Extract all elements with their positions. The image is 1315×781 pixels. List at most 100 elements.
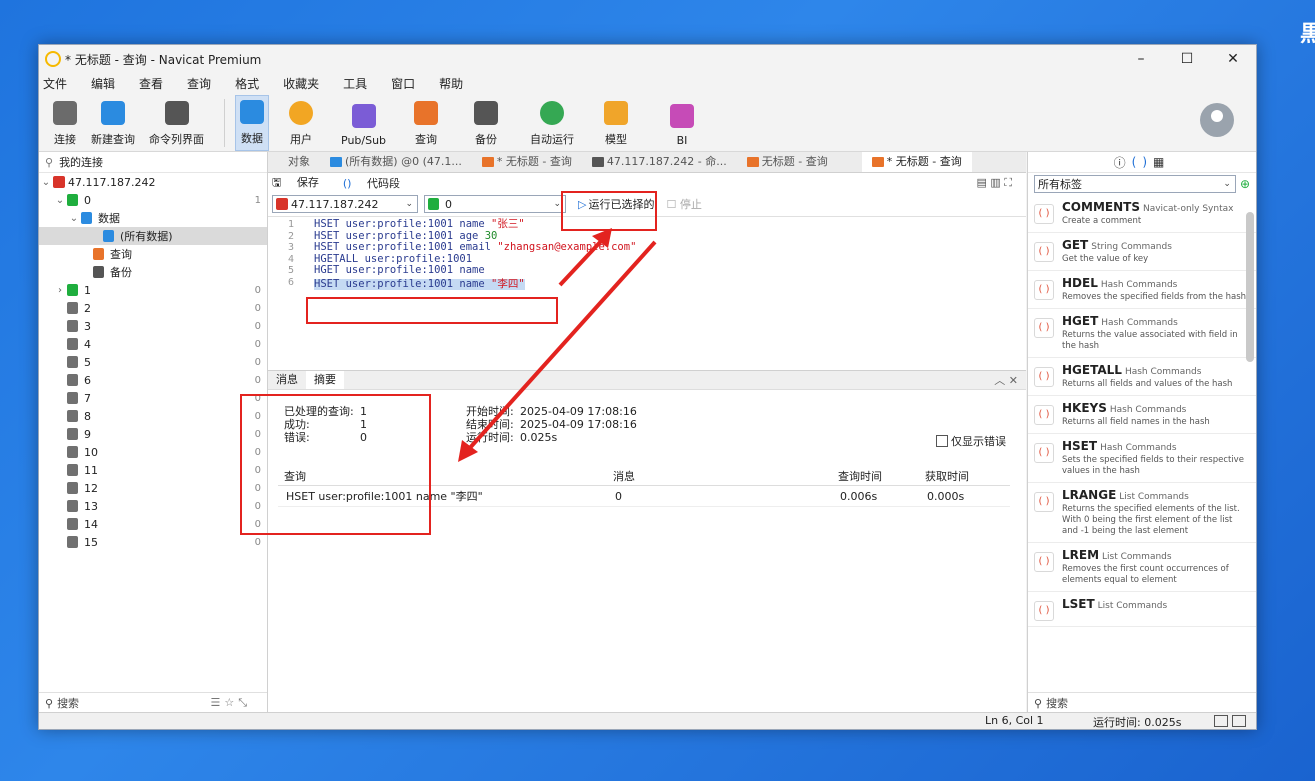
code-editor[interactable]: 1 2 3 4 5 6 HSET user:profile:1001 name … [268,216,1026,365]
maximize-icon[interactable]: ☐ [1164,45,1210,73]
tag-filter-select[interactable]: 所有标签 ⌄ [1034,175,1236,193]
snippet-item[interactable]: ( ) LRANGE List Commands Returns the specif… [1028,483,1256,543]
db-node-5[interactable]: 50 [39,353,267,371]
snippet-item[interactable]: ( ) HGET Hash Commands Returns the value as… [1028,309,1256,358]
db-node-4[interactable]: 40 [39,335,267,353]
db-node-12[interactable]: 12 0 [39,479,267,497]
snippet-item[interactable]: ( ) HKEYS Hash Commands Returns all field n… [1028,396,1256,434]
query-folder[interactable]: 查询 [39,245,267,263]
code-line-selected[interactable]: HSET user:profile:1001 name "李四" [314,277,1026,290]
db-node-2[interactable]: 20 [39,299,267,317]
snippet-item[interactable]: ( ) LSET List Commands [1028,592,1256,627]
snippet-item[interactable]: ( ) HGETALL Hash Commands Returns all field… [1028,358,1256,396]
scrollbar-thumb[interactable] [1246,212,1254,362]
db-node-10[interactable]: 10 0 [39,443,267,461]
data-button[interactable]: 数据 [235,95,269,151]
menu-tools[interactable]: 工具 [343,75,367,92]
col-message[interactable]: 消息 [607,467,832,486]
tab-query-1[interactable]: * 无标题 - 查询 [472,152,582,172]
braces-icon[interactable]: () [1132,155,1153,169]
console-button[interactable]: 命令列界面 [145,95,208,151]
table-row[interactable]: HSET user:profile:1001 name "李四" 0 0.006… [278,485,1010,507]
menu-query[interactable]: 查询 [187,75,211,92]
chevron-down-icon[interactable]: ⌄ [39,177,53,188]
tab-query-active[interactable]: * 无标题 - 查询 [861,152,972,172]
db-node-6[interactable]: 60 [39,371,267,389]
db-node-15[interactable]: 15 0 [39,533,267,551]
db-node-11[interactable]: 11 0 [39,461,267,479]
menu-edit[interactable]: 编辑 [91,75,115,92]
col-query[interactable]: 查询 [278,467,607,486]
tab-console[interactable]: 47.117.187.242 - 命... [582,152,737,172]
bi-button[interactable]: BI [666,95,698,151]
menu-format[interactable]: 格式 [235,75,259,92]
snippet-search[interactable]: ⚲ 搜索 [1028,692,1256,713]
add-snippet-icon[interactable]: ⊕ [1240,177,1250,191]
query-icon [481,157,494,167]
user-button[interactable]: 用户 [285,95,317,151]
query-button[interactable]: 查询 [410,95,442,151]
menu-view[interactable]: 查看 [139,75,163,92]
tab-messages[interactable]: 消息 [268,371,306,389]
db-node-0[interactable]: ⌄ 0 1 [39,191,267,209]
automation-button[interactable]: 自动运行 [526,95,578,151]
avatar[interactable] [1200,103,1234,137]
col-query-time[interactable]: 查询时间 [832,467,919,486]
menu-favorites[interactable]: 收藏夹 [283,75,319,92]
tab-objects[interactable]: 对象 [268,152,320,172]
tab-summary[interactable]: 摘要 [306,371,344,389]
db-node-13[interactable]: 13 0 [39,497,267,515]
connection-select[interactable]: 47.117.187.242 ⌄ [272,195,418,213]
db-node-1[interactable]: › 1 0 [39,281,267,299]
db-node-7[interactable]: 70 [39,389,267,407]
snippet-item[interactable]: ( ) HDEL Hash Commands Removes the specifie… [1028,271,1256,309]
backup-folder[interactable]: 备份 [39,263,267,281]
snippet-item[interactable]: ( ) GET String Commands Get the value of ke… [1028,233,1256,271]
snippet-item[interactable]: ( ) LREM List Commands Removes the first co… [1028,543,1256,592]
run-selected-button[interactable]: ▷ 运行已选择的 [578,196,654,212]
collapse-close-icons[interactable]: ︿ ✕ [994,372,1018,388]
menu-help[interactable]: 帮助 [439,75,463,92]
panel-icon[interactable] [1232,715,1246,727]
close-icon[interactable]: ✕ [1210,45,1256,73]
pubsub-button[interactable]: Pub/Sub [337,95,390,151]
tab-query-2[interactable]: 无标题 - 查询 [737,152,838,172]
db-node-8[interactable]: 80 [39,407,267,425]
chevron-down-icon[interactable]: ⌄ [67,213,81,224]
connect-button[interactable]: 连接 [49,95,81,151]
col-fetch-time[interactable]: 获取时间 [919,467,1010,486]
tab-all-data[interactable]: (所有数据) @0 (47.1... [320,152,472,172]
only-errors-checkbox[interactable]: 仅显示错误 [936,433,1006,449]
chevron-down-icon[interactable]: ⌄ [53,195,67,206]
snippet-scrollbar[interactable] [1246,196,1254,693]
snippet-icon: ( ) [1034,318,1054,338]
db-node-9[interactable]: 90 [39,425,267,443]
save-button[interactable]: 🖫 保存 [272,174,331,193]
data-folder[interactable]: ⌄ 数据 [39,209,267,227]
minimize-icon[interactable]: – [1118,45,1164,73]
snippet-button[interactable]: () 代码段 [343,175,412,191]
stop-button[interactable]: ☐ 停止 [666,196,701,212]
panel-icon[interactable] [1214,715,1228,727]
view-toggle[interactable] [1210,715,1246,727]
backup-button[interactable]: 备份 [470,95,502,151]
model-button[interactable]: 模型 [600,95,632,151]
snippet-item[interactable]: ( ) COMMENTS Navicat-only Syntax Create a c… [1028,195,1256,233]
info-icon[interactable]: ⓘ [1114,154,1132,171]
menu-window[interactable]: 窗口 [391,75,415,92]
connection-node[interactable]: ⌄ 47.117.187.242 [39,173,267,191]
grid-icon[interactable]: ▦ [1153,155,1170,169]
chevron-right-icon[interactable]: › [53,285,67,296]
code-line[interactable]: HGET user:profile:1001 name [314,264,1026,277]
db-node-3[interactable]: 30 [39,317,267,335]
db-node-14[interactable]: 14 0 [39,515,267,533]
layout-toggle[interactable]: ▤ ▥ ⛶ [977,176,1012,190]
all-data-item[interactable]: (所有数据) [39,227,267,245]
new-query-button[interactable]: 新建查询 [87,95,139,151]
sidebar-search[interactable]: ⚲ 搜索 ☰☆⤡ [39,692,267,713]
my-connections-header[interactable]: ⚲ 我的连接 [39,152,267,173]
database-select[interactable]: 0 ⌄ [424,195,566,213]
snippet-item[interactable]: ( ) HSET Hash Commands Sets the specified f… [1028,434,1256,483]
sidebar-tools[interactable]: ☰☆⤡ [210,696,251,710]
menu-file[interactable]: 文件 [43,75,67,92]
